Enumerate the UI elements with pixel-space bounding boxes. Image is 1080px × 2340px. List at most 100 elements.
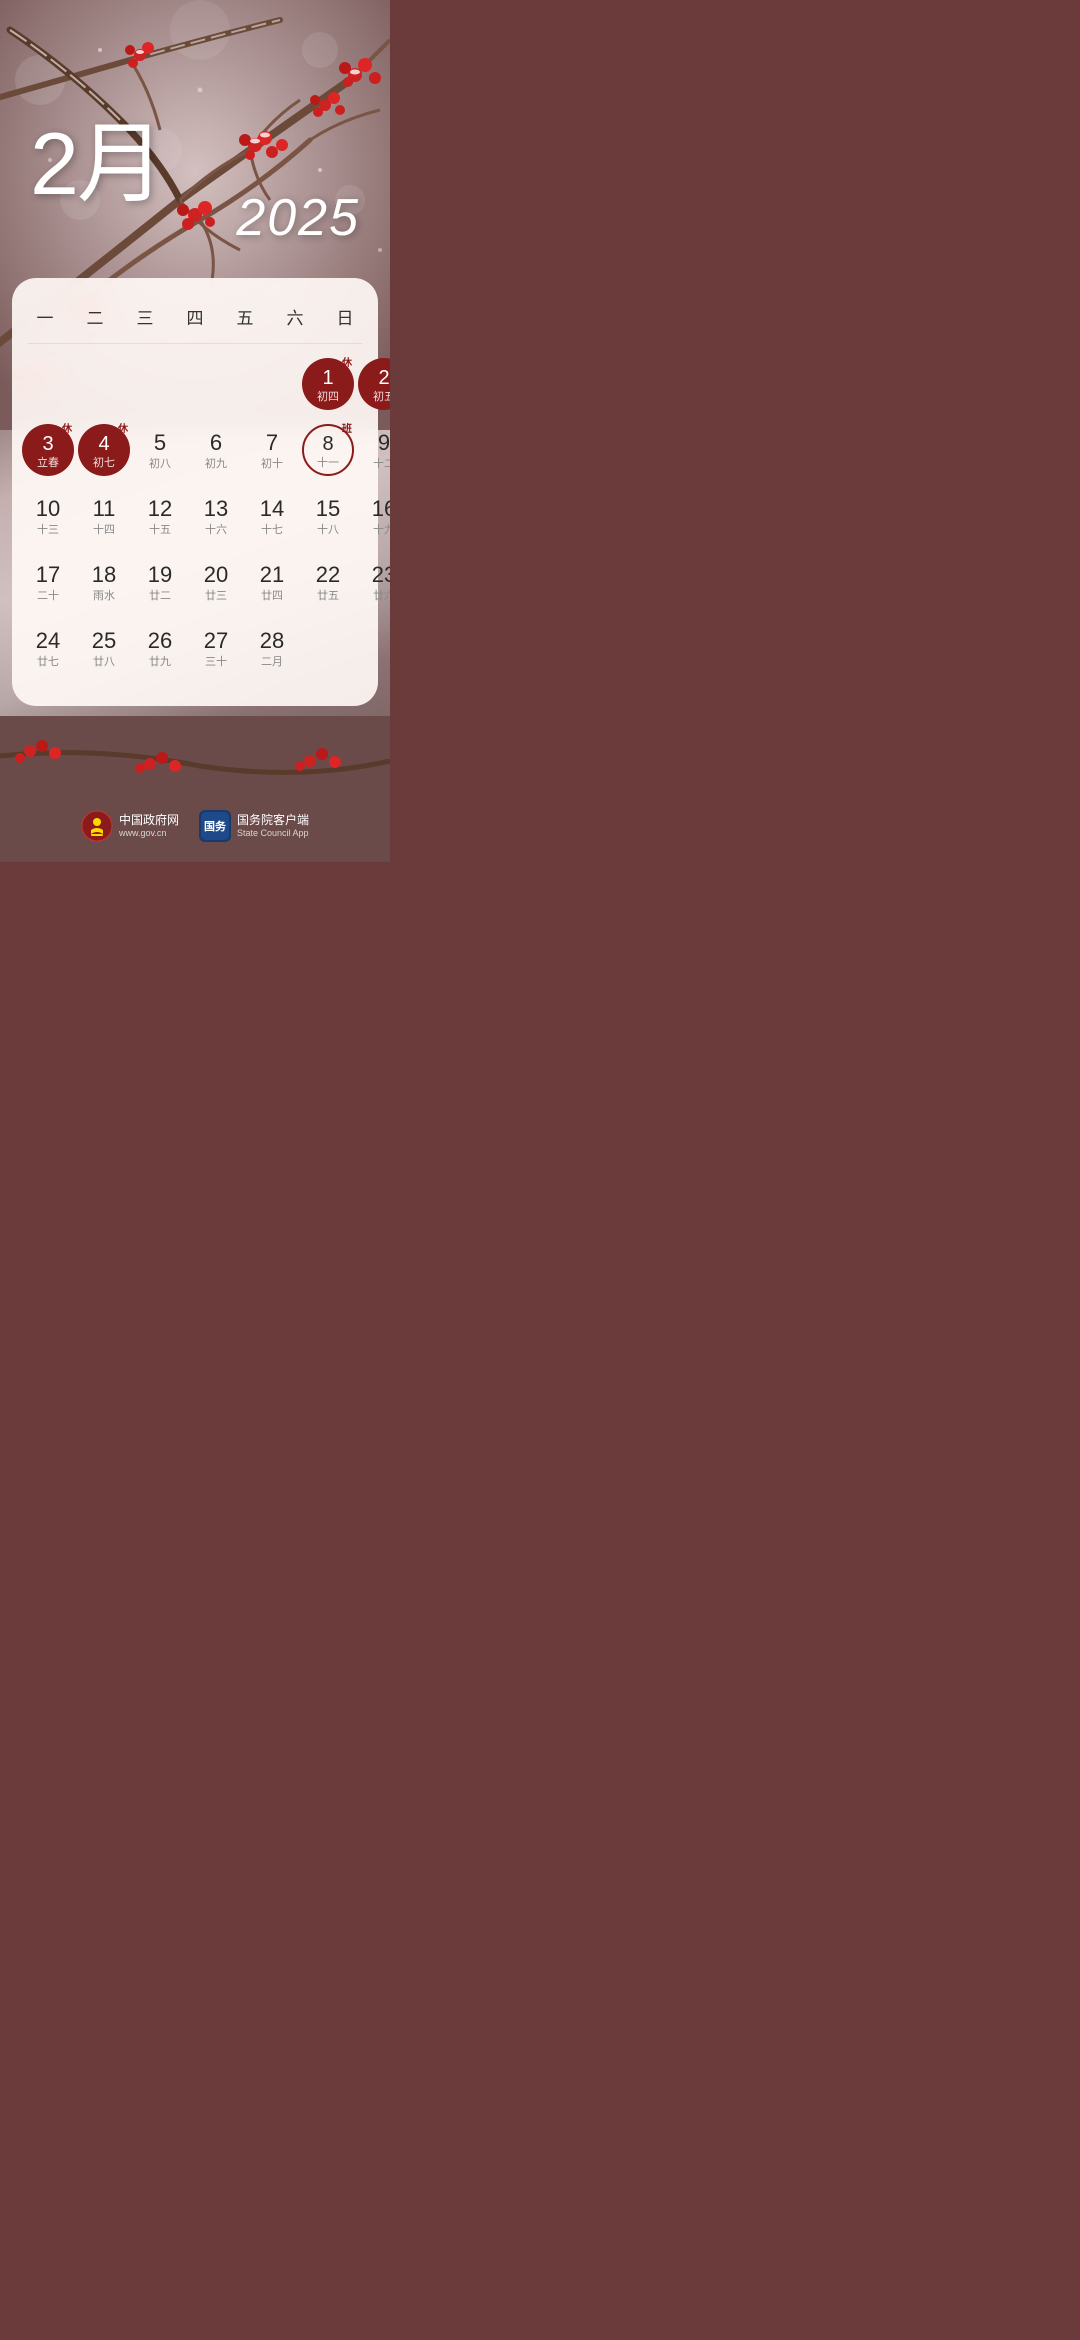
footer-app-name: 国务院客户端 [237, 813, 309, 827]
day-26-lunar: 廿九 [149, 657, 171, 668]
day-22-num: 22 [316, 562, 340, 588]
day-25-lunar: 廿八 [93, 657, 115, 668]
day-11: 11 十四 [76, 484, 132, 550]
day-23-lunar: 廿六 [373, 591, 390, 602]
day-8: 班 8 十一 [300, 418, 356, 484]
day-20-lunar: 廿三 [205, 591, 227, 602]
day-22: 22 廿五 [300, 550, 356, 616]
app-container: 2月 2025 一 二 三 四 五 六 日 休 1 [0, 0, 390, 862]
day-5-circle: 5 初八 [134, 424, 186, 476]
day-18-circle: 18 雨水 [78, 556, 130, 608]
weekday-sun: 日 [320, 298, 370, 335]
day-13: 13 十六 [188, 484, 244, 550]
day-11-circle: 11 十四 [78, 490, 130, 542]
day-28-circle: 28 二月 [246, 622, 298, 674]
day-3: 休 3 立春 [20, 418, 76, 484]
footer-gov-text: 中国政府网 www.gov.cn [119, 813, 179, 838]
day-24: 24 廿七 [20, 616, 76, 682]
day-2-lunar: 初五 [373, 392, 390, 403]
day-4-num: 4 [98, 432, 109, 456]
day-8-lunar: 十一 [317, 458, 339, 469]
weekday-mon: 一 [20, 298, 70, 335]
day-17: 17 二十 [20, 550, 76, 616]
footer-app-sub: State Council App [237, 828, 309, 839]
footer-gov-url: www.gov.cn [119, 828, 179, 839]
day-10-num: 10 [36, 496, 60, 522]
day-19-lunar: 廿二 [149, 591, 171, 602]
day-24-num: 24 [36, 628, 60, 654]
day-7-num: 7 [266, 430, 278, 456]
day-14: 14 十七 [244, 484, 300, 550]
day-7: 7 初十 [244, 418, 300, 484]
empty-cell-end-1 [300, 616, 356, 682]
day-15-circle: 15 十八 [302, 490, 354, 542]
day-16-lunar: 十九 [373, 525, 390, 536]
day-19-num: 19 [148, 562, 172, 588]
day-18-num: 18 [92, 562, 116, 588]
empty-cell [188, 352, 244, 418]
day-6-lunar: 初九 [205, 459, 227, 470]
day-27-lunar: 三十 [205, 657, 227, 668]
day-6: 6 初九 [188, 418, 244, 484]
empty-cell [132, 352, 188, 418]
day-26: 26 廿九 [132, 616, 188, 682]
day-21: 21 廿四 [244, 550, 300, 616]
day-20: 20 廿三 [188, 550, 244, 616]
day-25-num: 25 [92, 628, 116, 654]
day-24-circle: 24 廿七 [22, 622, 74, 674]
day-10-circle: 10 十三 [22, 490, 74, 542]
day-11-lunar: 十四 [93, 525, 115, 536]
day-9-num: 9 [378, 430, 390, 456]
calendar-card: 一 二 三 四 五 六 日 休 1 初四 休 [12, 278, 378, 706]
weekday-fri: 五 [220, 298, 270, 335]
calendar-header: 2月 2025 [0, 0, 390, 268]
day-3-num: 3 [42, 432, 53, 456]
day-2-circle: 2 初五 [358, 358, 390, 410]
state-council-app-icon: 国务 [199, 810, 231, 842]
weekday-thu: 四 [170, 298, 220, 335]
day-20-num: 20 [204, 562, 228, 588]
day-7-circle: 7 初十 [246, 424, 298, 476]
footer-gov-item: 中国政府网 www.gov.cn [81, 810, 179, 842]
day-15: 15 十八 [300, 484, 356, 550]
weekday-wed: 三 [120, 298, 170, 335]
calendar-grid: 休 1 初四 休 2 初五 休 3 立春 [20, 352, 370, 682]
day-27-num: 27 [204, 628, 228, 654]
day-15-lunar: 十八 [317, 525, 339, 536]
day-3-badge: 休 [62, 420, 72, 435]
day-9-circle: 9 十二 [358, 424, 390, 476]
day-14-circle: 14 十七 [246, 490, 298, 542]
day-12: 12 十五 [132, 484, 188, 550]
day-4-badge: 休 [118, 420, 128, 435]
day-17-circle: 17 二十 [22, 556, 74, 608]
day-28-lunar: 二月 [261, 657, 283, 668]
day-28-num: 28 [260, 628, 284, 654]
footer-app-text: 国务院客户端 State Council App [237, 813, 309, 838]
day-23: 23 廿六 [356, 550, 390, 616]
day-3-lunar: 立春 [37, 458, 59, 469]
day-26-circle: 26 廿九 [134, 622, 186, 674]
day-17-lunar: 二十 [37, 591, 59, 602]
day-9-lunar: 十二 [373, 459, 390, 470]
empty-cell [244, 352, 300, 418]
footer-gov-name: 中国政府网 [119, 813, 179, 827]
day-1-num: 1 [322, 366, 333, 390]
weekday-tue: 二 [70, 298, 120, 335]
day-19: 19 廿二 [132, 550, 188, 616]
weekday-sat: 六 [270, 298, 320, 335]
day-22-circle: 22 廿五 [302, 556, 354, 608]
day-21-num: 21 [260, 562, 284, 588]
day-23-circle: 23 廿六 [358, 556, 390, 608]
footer-app-item: 国务 国务院客户端 State Council App [199, 810, 309, 842]
day-17-num: 17 [36, 562, 60, 588]
day-16-num: 16 [372, 496, 390, 522]
day-26-num: 26 [148, 628, 172, 654]
day-25-circle: 25 廿八 [78, 622, 130, 674]
day-9: 9 十二 [356, 418, 390, 484]
day-25: 25 廿八 [76, 616, 132, 682]
day-4: 休 4 初七 [76, 418, 132, 484]
day-21-lunar: 廿四 [261, 591, 283, 602]
day-18-lunar: 雨水 [93, 591, 115, 602]
day-23-num: 23 [372, 562, 390, 588]
empty-cell-end-2 [356, 616, 390, 682]
